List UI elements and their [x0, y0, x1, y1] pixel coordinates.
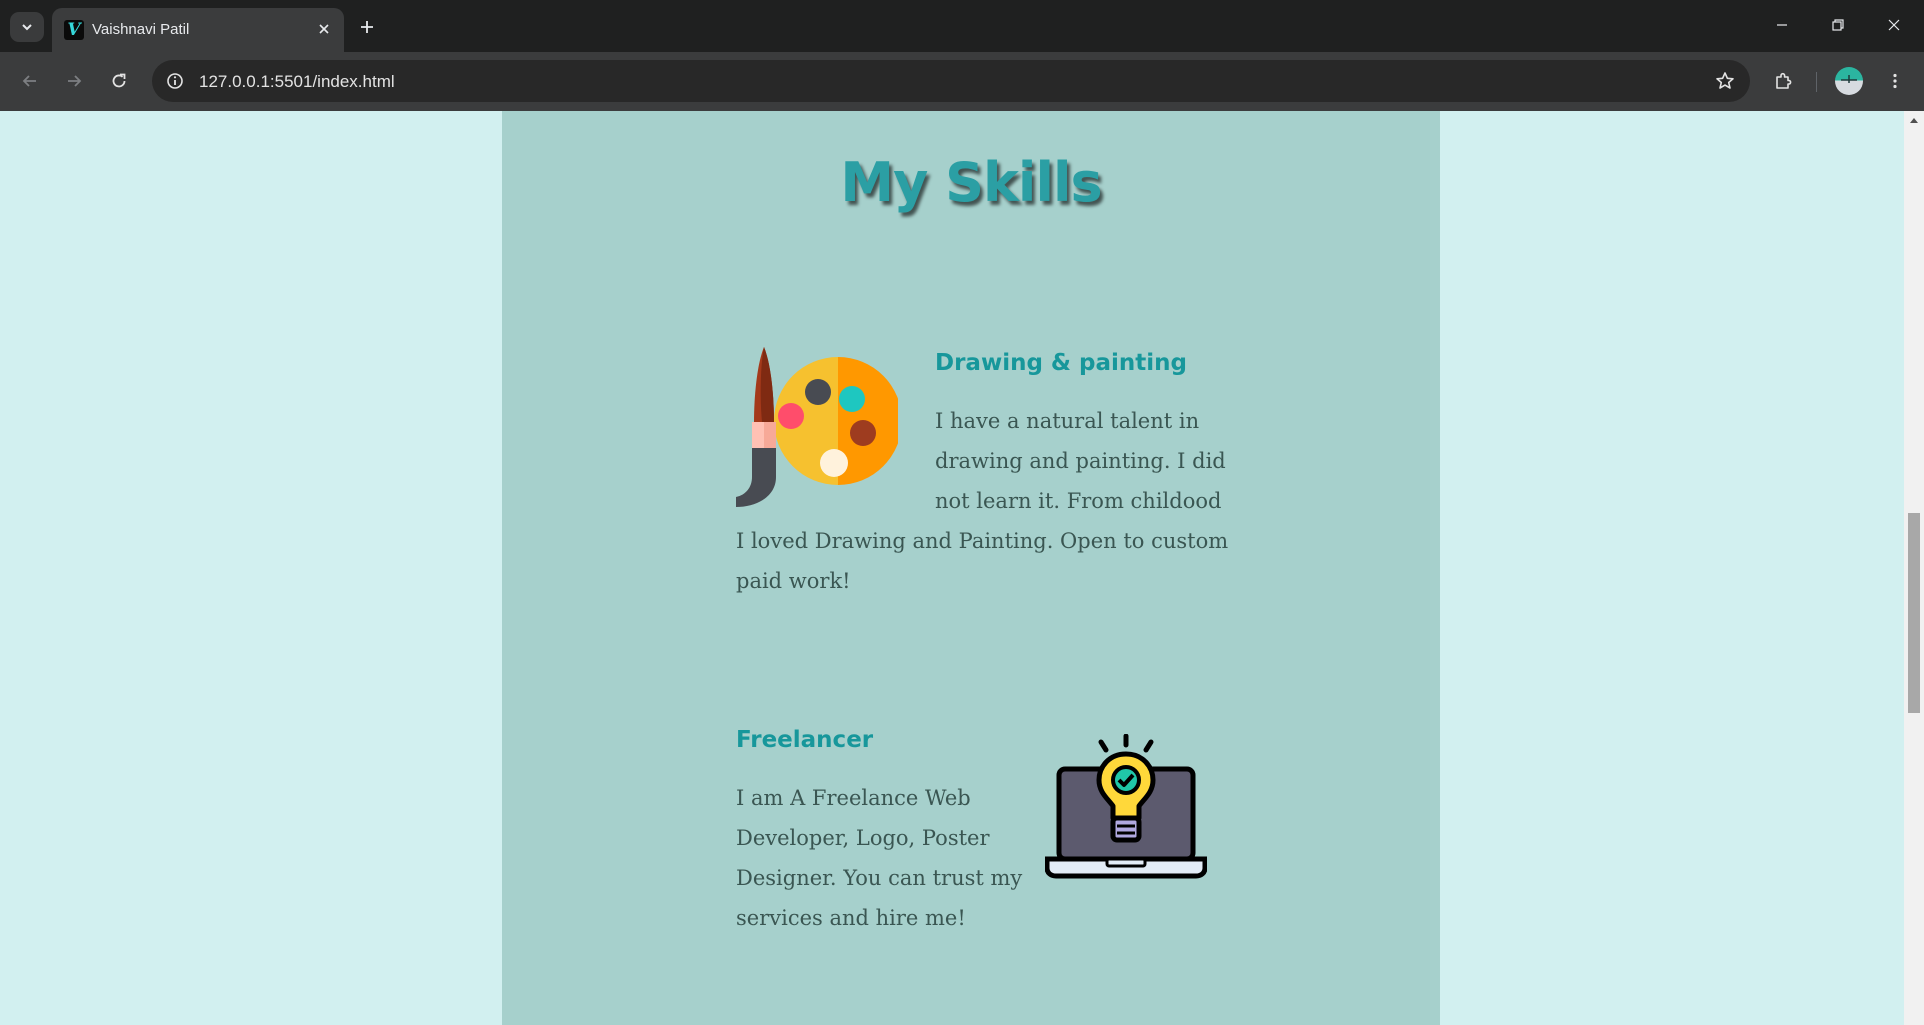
plus-icon	[361, 21, 373, 33]
extensions-button[interactable]	[1766, 64, 1800, 98]
tab-strip: V Vaishnavi Patil	[0, 0, 1924, 52]
text-line: not learn it. From childood	[935, 489, 1222, 513]
skill-heading-freelancer: Freelancer	[736, 727, 874, 753]
close-icon	[1888, 19, 1900, 31]
info-icon	[167, 73, 183, 89]
bookmark-button[interactable]	[1712, 68, 1738, 94]
menu-button[interactable]	[1878, 64, 1912, 98]
text-line: I have a natural talent in	[935, 409, 1200, 433]
favicon-icon: V	[64, 20, 84, 40]
profile-icon	[1841, 75, 1857, 83]
minimize-icon	[1777, 24, 1787, 26]
star-icon	[1716, 72, 1734, 89]
text-line: I loved Drawing and Painting. Open to cu…	[736, 529, 1229, 553]
restore-icon	[1832, 19, 1844, 31]
toolbar-divider	[1816, 72, 1817, 92]
skill-description-drawing: I have a natural talent in drawing and p…	[935, 401, 1226, 521]
kebab-icon	[1893, 73, 1897, 89]
arrow-left-icon	[22, 75, 36, 87]
close-icon	[319, 24, 329, 34]
avatar[interactable]	[1835, 67, 1863, 95]
reload-button[interactable]	[102, 64, 136, 98]
new-tab-button[interactable]	[352, 12, 382, 42]
url-text: 127.0.0.1:5501/index.html	[199, 72, 395, 91]
forward-button[interactable]	[57, 64, 91, 98]
text-line: Developer, Logo, Poster	[736, 826, 990, 850]
text-line: Designer. You can trust my	[736, 866, 1023, 890]
skill-heading-drawing: Drawing & painting	[935, 350, 1187, 376]
laptop-lightbulb-icon	[1045, 734, 1207, 879]
close-window-button[interactable]	[1874, 10, 1914, 40]
text-line: paid work!	[736, 569, 851, 593]
chevron-down-icon	[22, 24, 32, 31]
back-button[interactable]	[13, 64, 47, 98]
skills-section: My Skills Drawing & painting I have a na…	[502, 111, 1440, 1025]
tab-close-button[interactable]	[312, 17, 336, 41]
tab-active[interactable]: V Vaishnavi Patil	[52, 8, 344, 52]
page-viewport: My Skills Drawing & painting I have a na…	[0, 111, 1904, 1025]
vertical-scrollbar[interactable]	[1904, 111, 1924, 1025]
address-bar[interactable]: 127.0.0.1:5501/index.html	[152, 60, 1750, 102]
site-info-button[interactable]	[162, 68, 188, 94]
scrollbar-thumb[interactable]	[1908, 513, 1920, 713]
restore-button[interactable]	[1818, 10, 1858, 40]
text-line: services and hire me!	[736, 906, 966, 930]
skill-description-freelancer: I am A Freelance Web Developer, Logo, Po…	[736, 778, 1022, 938]
puzzle-icon	[1776, 72, 1792, 89]
text-line: drawing and painting. I did	[935, 449, 1226, 473]
section-title: My Skills	[840, 151, 1102, 214]
minimize-button[interactable]	[1762, 10, 1802, 40]
skill-description-drawing-continued: I loved Drawing and Painting. Open to cu…	[736, 521, 1228, 601]
text-line: I am A Freelance Web	[736, 786, 971, 810]
scroll-up-arrow-icon[interactable]	[1910, 118, 1918, 123]
reload-icon	[112, 73, 126, 88]
browser-toolbar: 127.0.0.1:5501/index.html	[0, 52, 1924, 111]
arrow-right-icon	[68, 75, 82, 87]
palette-icon	[736, 347, 898, 507]
tab-title: Vaishnavi Patil	[92, 21, 190, 38]
tab-search-button[interactable]	[10, 12, 44, 42]
